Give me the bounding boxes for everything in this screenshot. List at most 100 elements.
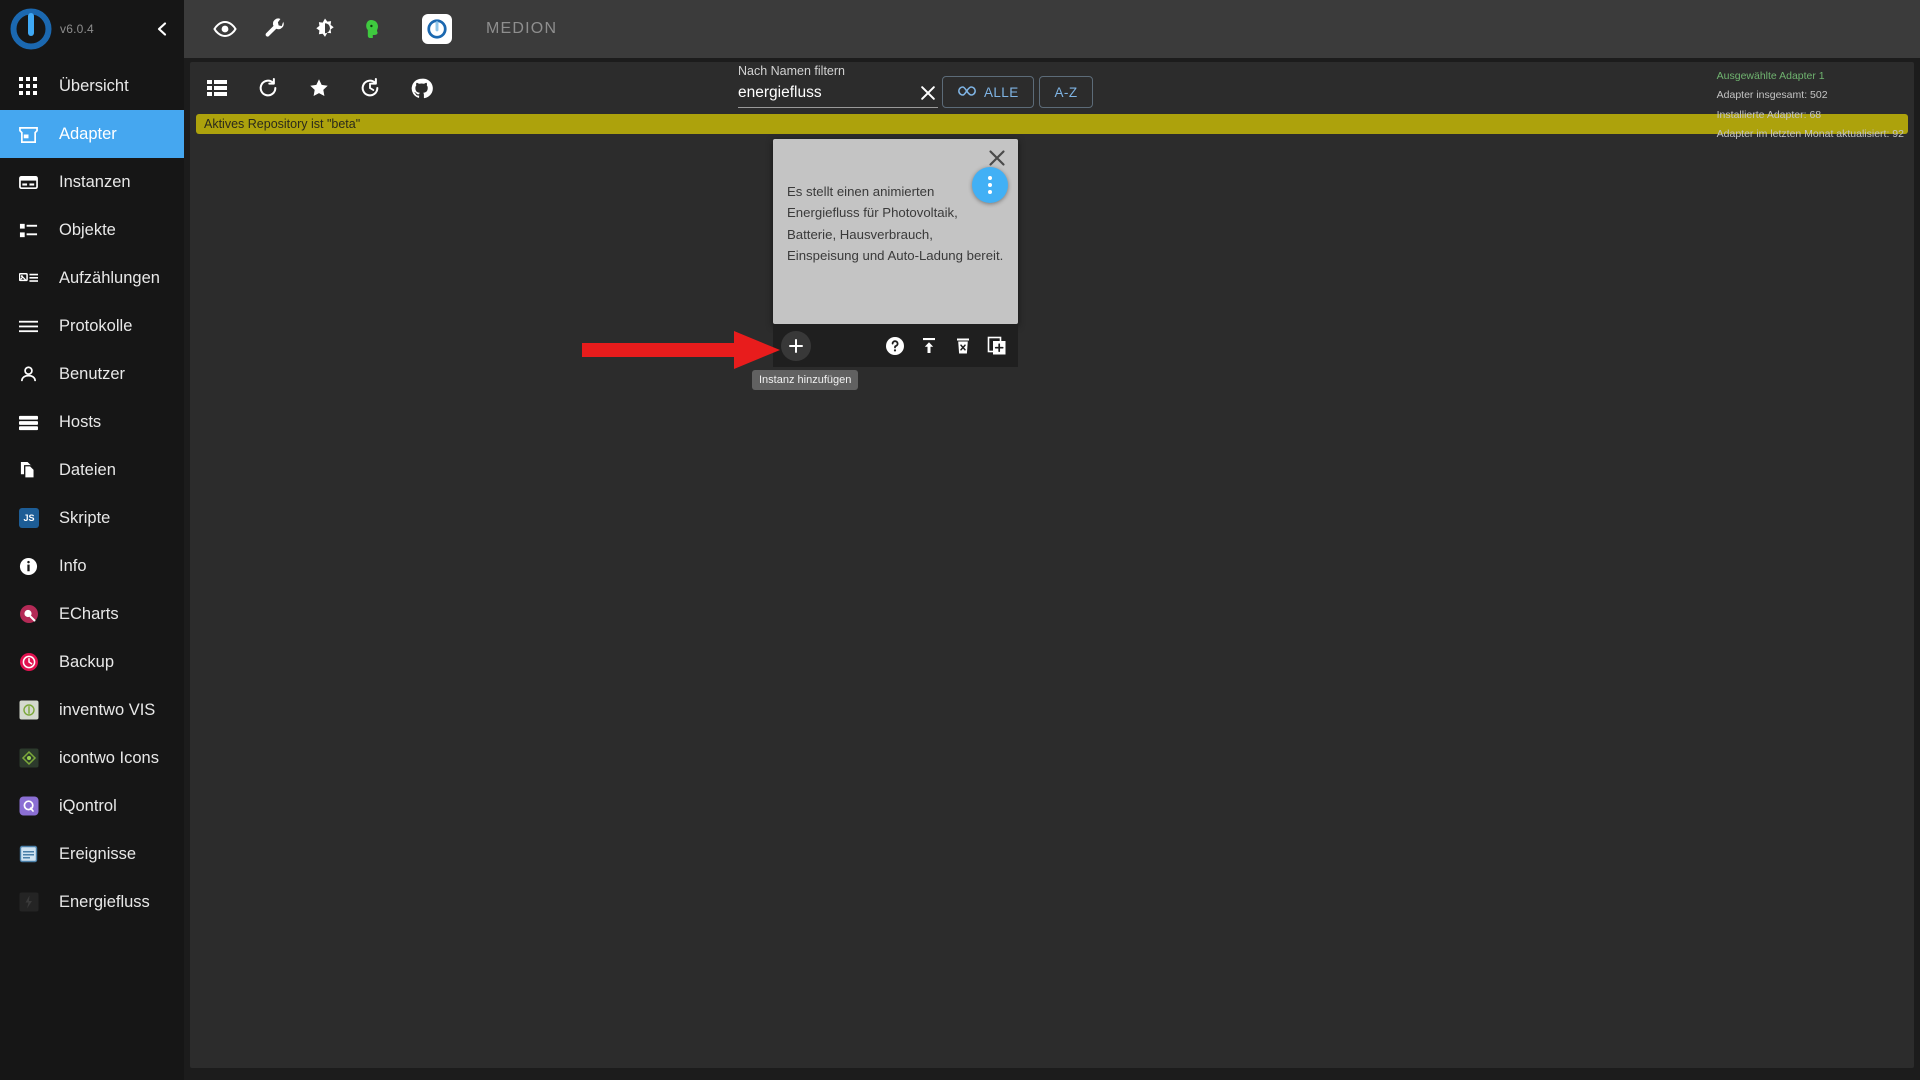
sidebar-item-info[interactable]: Info — [0, 542, 184, 590]
contrast-icon[interactable] — [312, 16, 338, 42]
sidebar-item-label: Backup — [59, 652, 115, 671]
sidebar-item-hosts[interactable]: Hosts — [0, 398, 184, 446]
sidebar-item-label: Energiefluss — [59, 892, 150, 911]
github-icon[interactable] — [408, 75, 434, 101]
sidebar-item-inventwo-vis[interactable]: inventwo VIS — [0, 686, 184, 734]
sidebar-item-label: icontwo Icons — [59, 748, 159, 767]
instances-icon — [19, 173, 45, 192]
sidebar-item-label: ECharts — [59, 604, 119, 623]
sidebar-item-label: iQontrol — [59, 796, 117, 815]
sidebar-item-label: Ereignisse — [59, 844, 137, 863]
sidebar-item-label: Protokolle — [59, 316, 133, 335]
delete-icon[interactable] — [952, 335, 974, 357]
card-action-icons — [884, 335, 1018, 357]
sidebar-item-label: Instanzen — [59, 172, 131, 191]
sidebar-nav: Übersicht Adapter Instanzen Objekte Aufz… — [0, 58, 184, 926]
sidebar-item-ereignisse[interactable]: Ereignisse — [0, 830, 184, 878]
sidebar-item-uebersicht[interactable]: Übersicht — [0, 62, 184, 110]
eye-icon[interactable] — [212, 16, 238, 42]
sidebar-item-energiefluss[interactable]: Energiefluss — [0, 878, 184, 926]
sidebar-item-iqontrol[interactable]: iQontrol — [0, 782, 184, 830]
sidebar-item-echarts[interactable]: ECharts — [0, 590, 184, 638]
host-name-label: MEDION — [486, 20, 558, 37]
sort-az-label: A-Z — [1054, 84, 1078, 100]
red-pointer-arrow — [582, 329, 782, 376]
clear-search-icon[interactable] — [918, 83, 938, 103]
search-label: Nach Namen filtern — [738, 64, 845, 78]
sidebar-item-label: Hosts — [59, 412, 102, 431]
adapter-card-energiefluss[interactable]: Es stellt einen animierten Energiefluss … — [773, 139, 1018, 324]
store-icon — [19, 125, 45, 144]
info-icon — [19, 557, 45, 576]
sidebar-item-backup[interactable]: Backup — [0, 638, 184, 686]
javascript-icon: JS — [19, 508, 45, 528]
hosts-icon — [19, 413, 45, 432]
sidebar: v6.0.4 Übersicht Adapter Instanzen Objek… — [0, 0, 184, 1080]
help-icon[interactable] — [884, 335, 906, 357]
version-label: v6.0.4 — [60, 22, 94, 36]
iobroker-brand-icon[interactable] — [422, 14, 452, 44]
list-objects-icon — [19, 221, 45, 240]
logs-icon — [19, 317, 45, 336]
adapter-board: Es stellt einen animierten Energiefluss … — [190, 134, 1914, 1066]
grid-icon — [19, 77, 45, 95]
icontwo-icons-icon — [19, 748, 45, 768]
search-input[interactable] — [738, 84, 888, 102]
add-instance-button[interactable] — [781, 330, 811, 361]
stats-total: Adapter insgesamt: 502 — [1716, 89, 1828, 102]
sidebar-item-label: Übersicht — [59, 76, 129, 95]
search-field-group: Nach Namen filtern — [738, 64, 938, 108]
repository-banner-text: Aktives Repository ist "beta" — [204, 117, 361, 131]
sidebar-item-adapter[interactable]: Adapter — [0, 110, 184, 158]
add-copy-icon[interactable] — [986, 335, 1008, 357]
sidebar-item-instanzen[interactable]: Instanzen — [0, 158, 184, 206]
backup-clock-icon — [19, 652, 45, 672]
sidebar-item-skripte[interactable]: JS Skripte — [0, 494, 184, 542]
search-row — [738, 83, 938, 108]
sidebar-item-benutzer[interactable]: Benutzer — [0, 350, 184, 398]
wrench-icon[interactable] — [262, 16, 288, 42]
close-icon[interactable] — [986, 147, 1008, 169]
enums-icon — [19, 269, 45, 288]
app-topbar: MEDION — [184, 0, 1920, 58]
repository-banner: Aktives Repository ist "beta" — [196, 114, 1908, 134]
list-view-icon[interactable] — [204, 75, 230, 101]
echarts-icon — [19, 604, 45, 624]
chevron-left-icon[interactable] — [152, 18, 174, 40]
sidebar-item-dateien[interactable]: Dateien — [0, 446, 184, 494]
sidebar-item-label: Skripte — [59, 508, 111, 527]
adapter-card-actions — [773, 324, 1018, 367]
sidebar-item-label: Info — [59, 556, 87, 575]
energiefluss-icon — [19, 892, 45, 912]
green-head-icon[interactable] — [362, 16, 388, 42]
sidebar-item-label: Dateien — [59, 460, 116, 479]
adapters-toolbar: Nach Namen filtern energiefluss ALLE A-Z… — [190, 62, 1914, 140]
files-icon — [19, 461, 45, 480]
stats-installed: Installierte Adapter: 68 — [1716, 108, 1822, 121]
user-icon — [19, 365, 45, 384]
filter-all-button[interactable]: ALLE — [942, 76, 1034, 108]
upload-update-icon[interactable] — [918, 335, 940, 357]
iobroker-admin-window: v6.0.4 Übersicht Adapter Instanzen Objek… — [0, 0, 1920, 1080]
sidebar-header: v6.0.4 — [0, 0, 184, 58]
sidebar-item-label: inventwo VIS — [59, 700, 156, 719]
sidebar-item-icontwo-icons[interactable]: icontwo Icons — [0, 734, 184, 782]
sidebar-item-objekte[interactable]: Objekte — [0, 206, 184, 254]
sidebar-item-label: Objekte — [59, 220, 116, 239]
update-history-icon[interactable] — [357, 75, 383, 101]
sort-az-button[interactable]: A-Z — [1039, 76, 1093, 108]
filter-all-label: ALLE — [984, 84, 1019, 100]
refresh-icon[interactable] — [255, 75, 281, 101]
iqontrol-icon — [19, 796, 45, 816]
adapters-panel: Nach Namen filtern energiefluss ALLE A-Z… — [190, 62, 1914, 1068]
iobroker-logo-icon — [8, 6, 54, 52]
sidebar-item-aufzaehlungen[interactable]: Aufzählungen — [0, 254, 184, 302]
add-instance-tooltip: Instanz hinzufügen — [752, 370, 859, 390]
sidebar-item-label: Aufzählungen — [59, 268, 160, 287]
adapter-description: Es stellt einen animierten Energiefluss … — [787, 184, 1004, 264]
star-icon[interactable] — [306, 75, 332, 101]
inventwo-vis-icon — [19, 700, 45, 720]
main-area: MEDION Nach Namen filtern energiefluss A… — [184, 0, 1920, 1080]
sidebar-item-protokolle[interactable]: Protokolle — [0, 302, 184, 350]
sidebar-item-label: Adapter — [59, 124, 117, 143]
